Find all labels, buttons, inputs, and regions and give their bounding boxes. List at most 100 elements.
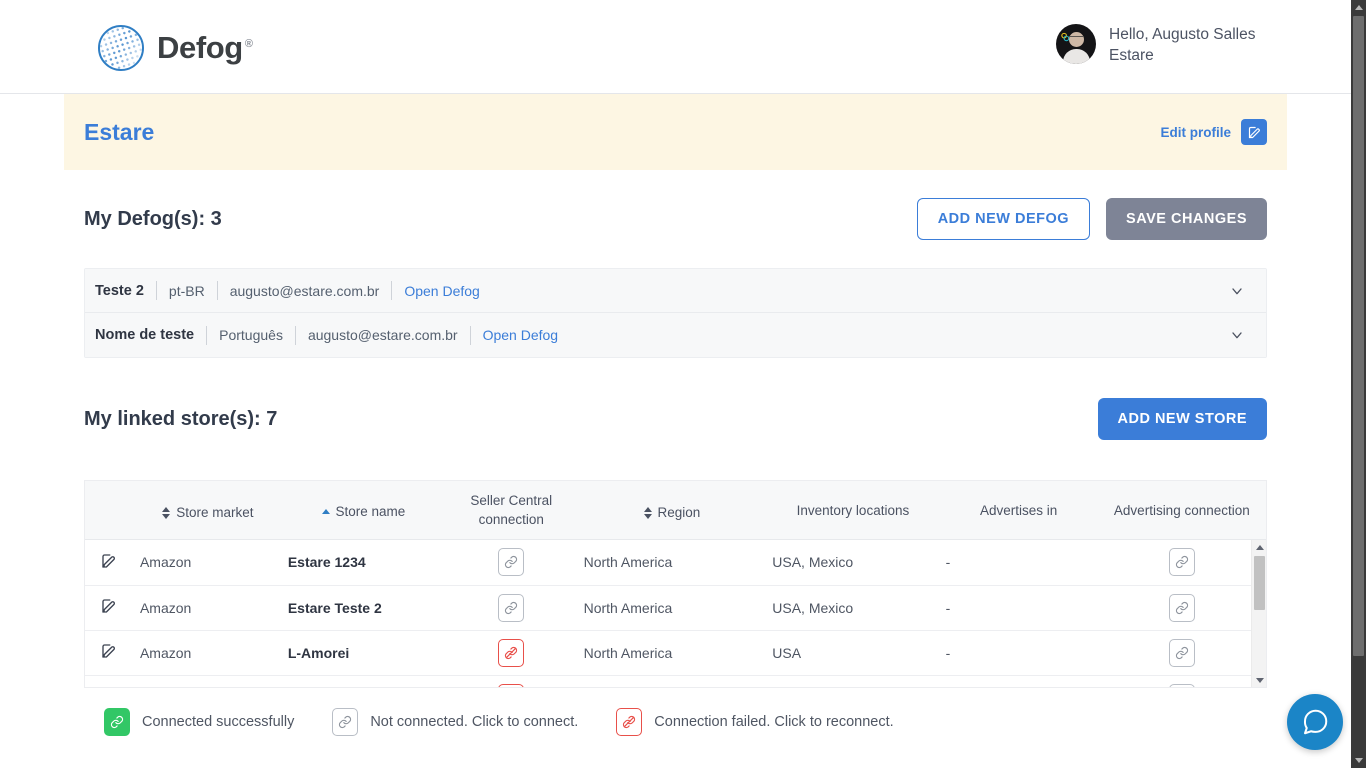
col-advertises-in: Advertises in (939, 481, 1098, 540)
open-defog-link[interactable]: Open Defog (404, 283, 480, 299)
store-table-header: Store market Store name Seller Central c… (85, 481, 1266, 540)
avatar-badge-icon (1061, 32, 1070, 42)
site-header: Defog ® Hello, Augusto Salles Estare (0, 0, 1351, 94)
edit-profile-button[interactable] (1241, 119, 1267, 145)
brand-name-text: Defog (157, 30, 243, 65)
sort-icon-asc (321, 508, 330, 514)
connection-legend: Connected successfully Not connected. Cl… (84, 688, 1267, 736)
defog-row[interactable]: Teste 2 pt-BR augusto@estare.com.br Open… (85, 269, 1266, 313)
link-broken-icon (616, 708, 643, 736)
cell-edit[interactable] (85, 675, 134, 687)
registered-mark: ® (244, 37, 253, 50)
link-not-connected-icon (332, 708, 359, 736)
page-title: Estare (84, 118, 155, 145)
edit-store-button[interactable] (100, 642, 118, 660)
open-defog-link[interactable]: Open Defog (483, 327, 559, 343)
edit-profile-link[interactable]: Edit profile (1161, 125, 1232, 140)
col-advertises-in-label: Advertises in (980, 502, 1058, 518)
sort-icon (643, 506, 652, 519)
divider (155, 281, 157, 300)
avatar (1056, 24, 1096, 64)
cell-store-market: Amazon (133, 540, 282, 586)
table-scrollbar[interactable] (1251, 540, 1266, 687)
scroll-up-arrow-icon[interactable] (1252, 540, 1266, 554)
col-region-label: Region (657, 505, 701, 521)
store-section-header: My linked store(s): 7 ADD NEW STORE (64, 358, 1287, 480)
table-row[interactable]: Amazon L-Amorei North America USA - (85, 630, 1266, 676)
link-connected-icon (104, 708, 130, 736)
cell-seller-central-connection[interactable] (445, 630, 578, 676)
divider (206, 325, 208, 345)
table-row[interactable] (85, 675, 1266, 687)
col-store-market[interactable]: Store market (133, 481, 282, 540)
browser-scroll-up-icon[interactable] (1351, 0, 1366, 15)
cell-region: North America (577, 630, 767, 676)
defog-name: Teste 2 (95, 282, 144, 299)
cell-edit[interactable] (85, 585, 134, 631)
col-store-name[interactable]: Store name (281, 481, 445, 540)
save-changes-button[interactable]: SAVE CHANGES (1106, 198, 1267, 240)
cell-advertising-connection[interactable] (1097, 630, 1266, 676)
edit-store-button[interactable] (100, 552, 118, 570)
link-not-connected-icon[interactable] (498, 593, 525, 622)
cell-seller-central-connection[interactable] (445, 585, 578, 631)
defog-list: Teste 2 pt-BR augusto@estare.com.br Open… (84, 268, 1267, 358)
cell-inventory-locations: USA (766, 630, 940, 676)
main-content: My Defog(s): 3 ADD NEW DEFOG SAVE CHANGE… (0, 170, 1351, 736)
brand-logo[interactable]: Defog ® (98, 25, 253, 71)
link-not-connected-icon[interactable] (1168, 593, 1195, 622)
cell-advertises-in: - (939, 540, 1098, 586)
scroll-down-arrow-icon[interactable] (1252, 673, 1266, 687)
legend-item-not-connected: Not connected. Click to connect. (332, 708, 578, 736)
user-greeting: Hello, Augusto Salles Estare (1109, 26, 1256, 64)
defog-row[interactable]: Nome de teste Português augusto@estare.c… (85, 313, 1266, 357)
divider (294, 325, 296, 345)
cell-region (577, 675, 767, 687)
cell-advertising-connection[interactable] (1097, 540, 1266, 586)
cell-store-name: Estare 1234 (281, 540, 445, 586)
user-profile-area[interactable]: Hello, Augusto Salles Estare (1056, 24, 1269, 66)
browser-scroll-down-icon[interactable] (1351, 753, 1366, 768)
cell-store-name (281, 675, 445, 687)
chevron-down-icon[interactable] (1228, 326, 1246, 344)
cell-store-name: Estare Teste 2 (281, 585, 445, 631)
cell-region: North America (577, 585, 767, 631)
table-row[interactable]: Amazon Estare 1234 North America USA, Mexic… (85, 540, 1266, 586)
profile-banner: Estare Edit profile (64, 94, 1287, 170)
link-broken-icon[interactable] (498, 683, 525, 687)
add-new-defog-button[interactable]: ADD NEW DEFOG (916, 198, 1091, 240)
add-new-store-button[interactable]: ADD NEW STORE (1097, 398, 1267, 440)
banner-actions: Edit profile (1161, 119, 1267, 145)
link-broken-icon[interactable] (498, 638, 525, 667)
cell-advertises-in: - (939, 630, 1098, 676)
cell-edit[interactable] (85, 630, 134, 676)
divider (391, 281, 393, 300)
legend-label-failed: Connection failed. Click to reconnect. (654, 714, 894, 730)
table-row[interactable]: Amazon Estare Teste 2 North America USA, Me… (85, 585, 1266, 631)
cell-advertises-in (939, 675, 1098, 687)
defog-locale: pt-BR (168, 282, 205, 299)
edit-store-button[interactable] (100, 597, 118, 615)
legend-item-connected: Connected successfully (104, 708, 294, 736)
browser-scrollbar[interactable] (1351, 0, 1366, 768)
cell-advertising-connection[interactable] (1097, 585, 1266, 631)
scrollbar-thumb[interactable] (1254, 556, 1265, 610)
col-advertising-connection: Advertising connection (1097, 481, 1266, 540)
browser-scrollbar-thumb[interactable] (1353, 16, 1364, 656)
cell-seller-central-connection[interactable] (445, 675, 578, 687)
cell-advertising-connection[interactable] (1097, 675, 1266, 687)
chat-widget-button[interactable] (1287, 694, 1343, 750)
brand-name: Defog ® (157, 30, 253, 66)
edit-pencil-icon (102, 644, 116, 658)
defog-section-title: My Defog(s): 3 (84, 207, 222, 230)
col-region[interactable]: Region (577, 481, 767, 540)
chevron-down-icon[interactable] (1228, 282, 1246, 300)
cell-edit[interactable] (85, 540, 134, 586)
link-not-connected-icon[interactable] (498, 548, 525, 577)
sort-icon (162, 506, 171, 519)
link-not-connected-icon[interactable] (1168, 683, 1195, 687)
link-not-connected-icon[interactable] (1168, 638, 1195, 667)
link-not-connected-icon[interactable] (1168, 548, 1195, 577)
defog-name: Nome de teste (95, 327, 195, 343)
cell-seller-central-connection[interactable] (445, 540, 578, 586)
